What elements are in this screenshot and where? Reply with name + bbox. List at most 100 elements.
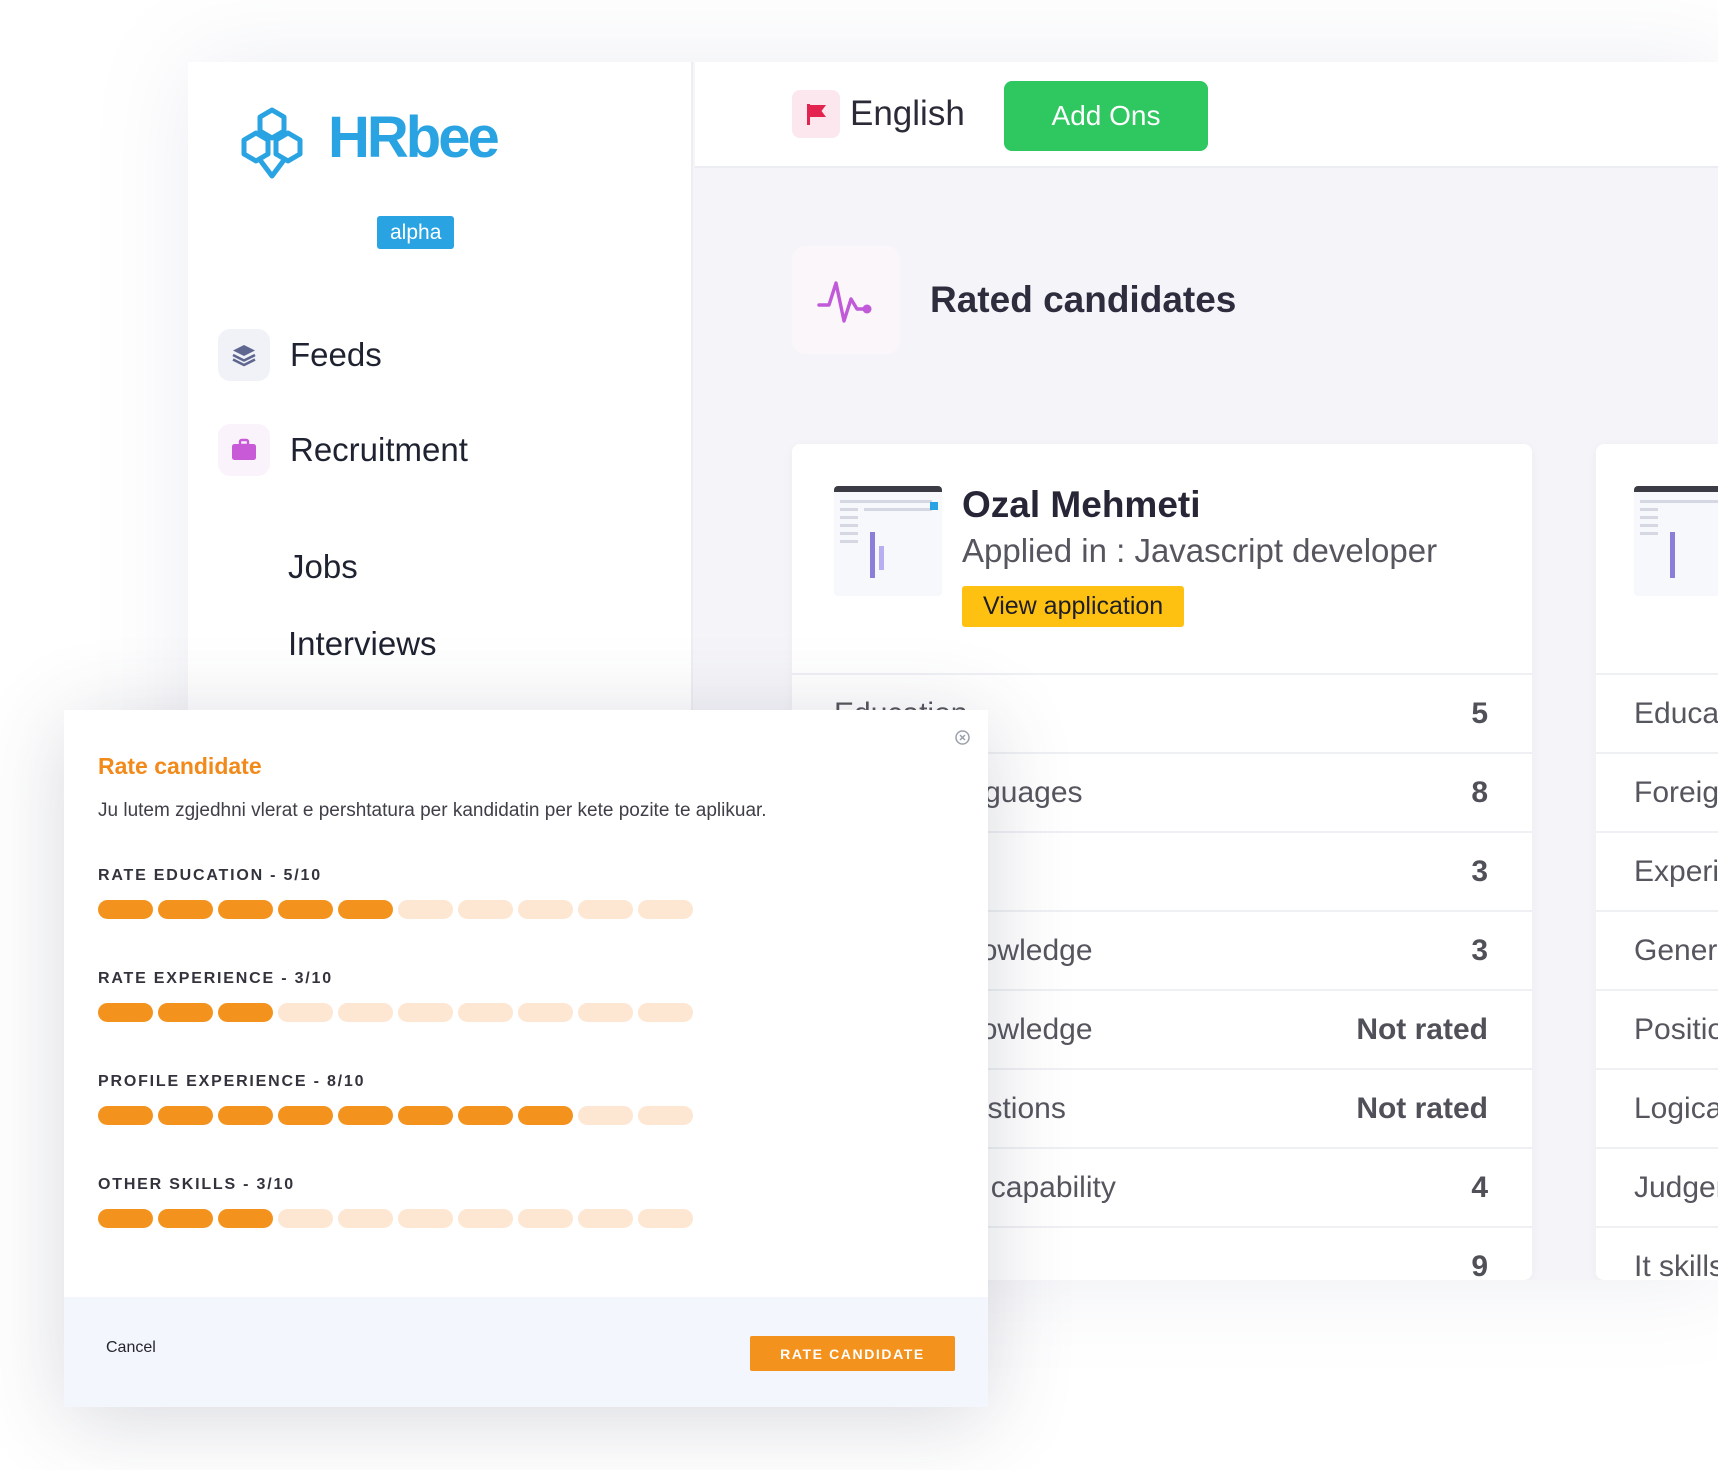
rating-pill[interactable] [458, 1003, 513, 1022]
rating-pill[interactable] [278, 1003, 333, 1022]
other-skills-section: OTHER SKILLS - 3/10 [98, 1176, 698, 1228]
score-row: Foreig [1596, 752, 1718, 831]
score-row: Judgen [1596, 1147, 1718, 1226]
rating-pill[interactable] [278, 900, 333, 919]
score-list: Educat Foreig Experi Genera Positio Logi… [1596, 673, 1718, 1280]
rating-pill[interactable] [398, 1003, 453, 1022]
rating-pill[interactable] [338, 900, 393, 919]
score-value: 8 [1471, 775, 1488, 809]
add-ons-button[interactable]: Add Ons [1004, 81, 1208, 151]
rating-pill[interactable] [638, 1106, 693, 1125]
rating-pill[interactable] [218, 1003, 273, 1022]
alpha-badge: alpha [377, 216, 455, 250]
rating-pill[interactable] [98, 1003, 153, 1022]
rate-label: RATE EXPERIENCE - 3/10 [98, 970, 333, 987]
rating-pill[interactable] [158, 1209, 213, 1228]
profile-experience-section: PROFILE EXPERIENCE - 8/10 [98, 1073, 698, 1125]
candidate-name: Ozal Mehmeti [962, 484, 1201, 525]
score-value: Not rated [1356, 1012, 1488, 1046]
score-row: It skills [1596, 1226, 1718, 1280]
rating-pill[interactable] [338, 1106, 393, 1125]
top-bar: English Add Ons [695, 62, 1718, 168]
rating-pill[interactable] [578, 1209, 633, 1228]
rating-pill[interactable] [578, 1106, 633, 1125]
rating-pill[interactable] [458, 900, 513, 919]
layers-icon [218, 329, 270, 381]
rating-pill[interactable] [518, 1106, 573, 1125]
modal-footer: Cancel RATE CANDIDATE [64, 1297, 988, 1407]
rating-pill[interactable] [398, 1106, 453, 1125]
rating-pill[interactable] [218, 1209, 273, 1228]
score-row: Logica [1596, 1068, 1718, 1147]
rating-pill[interactable] [638, 900, 693, 919]
rating-pill[interactable] [458, 1106, 513, 1125]
rating-pill[interactable] [158, 1003, 213, 1022]
rate-label: OTHER SKILLS - 3/10 [98, 1176, 295, 1193]
score-row: Educat [1596, 673, 1718, 752]
page-header: Rated candidates [792, 246, 1236, 354]
score-value: 9 [1471, 1249, 1488, 1281]
rate-education-section: RATE EDUCATION - 5/10 [98, 867, 698, 919]
rating-pill[interactable] [638, 1003, 693, 1022]
score-label: Judgen [1634, 1170, 1718, 1204]
modal-title: Rate candidate [98, 753, 262, 779]
pulse-icon [792, 246, 900, 354]
rating-pill[interactable] [158, 1106, 213, 1125]
rating-pill[interactable] [518, 1209, 573, 1228]
score-label: Foreig [1634, 775, 1718, 809]
rating-pill[interactable] [458, 1209, 513, 1228]
language-selector[interactable]: English [792, 90, 965, 138]
flag-icon [792, 90, 840, 138]
sidebar-subitem-jobs[interactable]: Jobs [288, 548, 358, 586]
candidate-thumbnail [1634, 486, 1718, 596]
rating-pill[interactable] [218, 900, 273, 919]
rate-candidate-button[interactable]: RATE CANDIDATE [750, 1336, 955, 1371]
score-row: Experi [1596, 831, 1718, 910]
rate-experience-section: RATE EXPERIENCE - 3/10 [98, 970, 698, 1022]
language-label: English [850, 94, 965, 133]
honeycomb-logo-icon [241, 107, 303, 179]
rating-pill[interactable] [578, 1003, 633, 1022]
sidebar-item-feeds[interactable]: Feeds [218, 329, 382, 381]
rating-pills [98, 1106, 698, 1125]
score-label: Educat [1634, 696, 1718, 730]
rating-pill[interactable] [398, 1209, 453, 1228]
candidate-thumbnail [834, 486, 942, 596]
score-label: Experi [1634, 854, 1718, 888]
score-row: Genera [1596, 910, 1718, 989]
modal-description: Ju lutem zgjedhni vlerat e pershtatura p… [98, 800, 767, 821]
candidate-applied-position: Applied in : Javascript developer [962, 532, 1438, 569]
brand-name: HRbee [328, 105, 500, 170]
score-value: 5 [1471, 696, 1488, 730]
score-value: 3 [1471, 933, 1488, 967]
rating-pill[interactable] [158, 900, 213, 919]
rating-pill[interactable] [338, 1209, 393, 1228]
rate-label: RATE EDUCATION - 5/10 [98, 867, 322, 884]
rating-pill[interactable] [98, 900, 153, 919]
rating-pill[interactable] [578, 900, 633, 919]
rating-pill[interactable] [278, 1106, 333, 1125]
close-icon[interactable] [955, 730, 970, 745]
rating-pill[interactable] [338, 1003, 393, 1022]
view-application-button[interactable]: View application [962, 586, 1185, 627]
candidate-card-secondary: Educat Foreig Experi Genera Positio Logi… [1596, 444, 1718, 1280]
sidebar-item-label: Recruitment [290, 431, 468, 468]
rating-pill[interactable] [518, 900, 573, 919]
sidebar-subitem-interviews[interactable]: Interviews [288, 625, 437, 663]
rating-pills [98, 1003, 698, 1022]
page-title: Rated candidates [930, 279, 1237, 320]
score-value: 3 [1471, 854, 1488, 888]
rating-pill[interactable] [638, 1209, 693, 1228]
score-label: It skills [1634, 1249, 1718, 1281]
rate-label: PROFILE EXPERIENCE - 8/10 [98, 1073, 366, 1090]
rating-pill[interactable] [278, 1209, 333, 1228]
cancel-button[interactable]: Cancel [106, 1339, 156, 1357]
rating-pill[interactable] [398, 900, 453, 919]
rating-pill[interactable] [518, 1003, 573, 1022]
rating-pill[interactable] [98, 1106, 153, 1125]
rating-pill[interactable] [218, 1106, 273, 1125]
score-label: Genera [1634, 933, 1718, 967]
sidebar-item-label: Feeds [290, 336, 382, 373]
sidebar-item-recruitment[interactable]: Recruitment [218, 424, 468, 476]
rating-pill[interactable] [98, 1209, 153, 1228]
